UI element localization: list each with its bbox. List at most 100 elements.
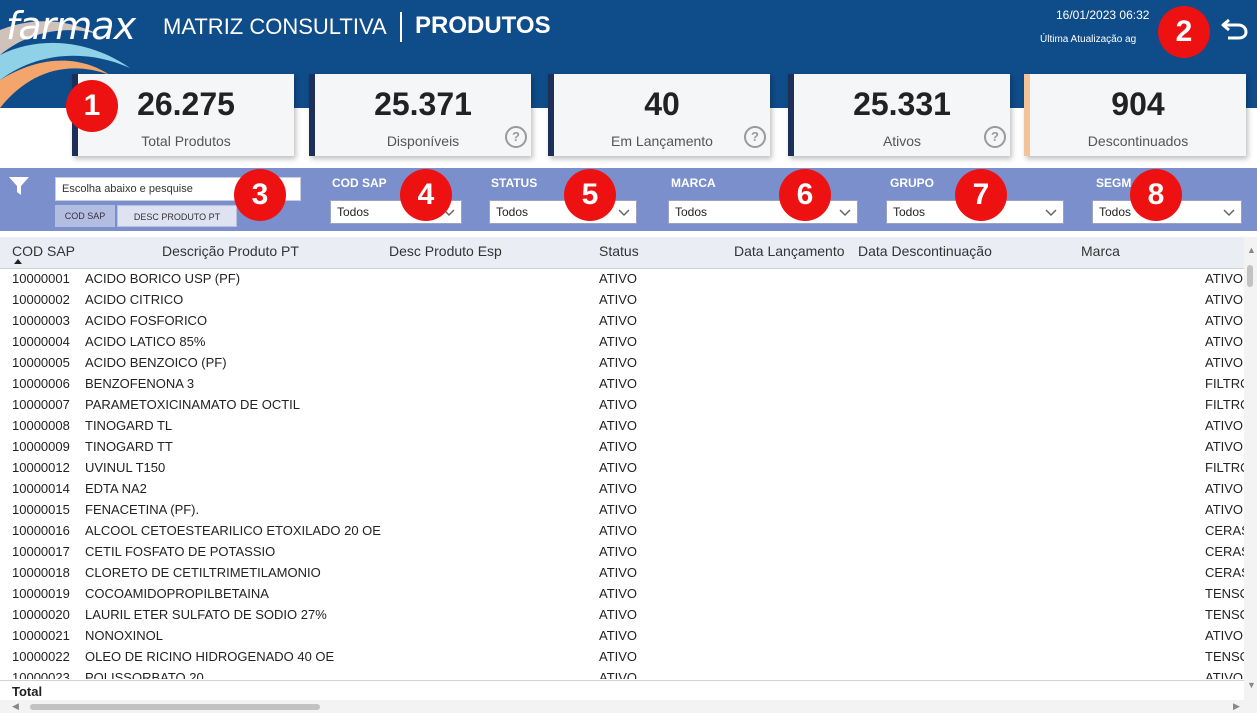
col-header-data-lancamento[interactable]: Data Lançamento <box>734 243 845 259</box>
cell-segmento: CERAS <box>1205 565 1244 580</box>
table-row[interactable]: 10000017 CETIL FOSFATO DE POTASSIO ATIVO CE… <box>0 542 1244 563</box>
table-row[interactable]: 10000009 TINOGARD TT ATIVO ATIVO <box>0 437 1244 458</box>
table-row[interactable]: 10000012 UVINUL T150 ATIVO FILTRO <box>0 458 1244 479</box>
table-row[interactable]: 10000014 EDTA NA2 ATIVO ATIVO <box>0 479 1244 500</box>
scroll-thumb[interactable] <box>30 704 320 710</box>
cell-status: ATIVO <box>599 481 638 496</box>
cell-cod-sap: 10000012 <box>12 460 70 475</box>
cell-segmento: ATIVO <box>1205 355 1244 370</box>
table-row[interactable]: 10000018 CLORETO DE CETILTRIMETILAMONIO AT… <box>0 563 1244 584</box>
cell-status: ATIVO <box>599 397 638 412</box>
slicer-value: Todos <box>675 205 708 219</box>
table-row[interactable]: 10000021 NONOXINOL ATIVO ATIVO <box>0 626 1244 647</box>
table-row[interactable]: 10000008 TINOGARD TL ATIVO ATIVO <box>0 416 1244 437</box>
cell-descricao: BENZOFENONA 3 <box>85 376 195 391</box>
vertical-scrollbar[interactable]: ▲ ▼ <box>1244 237 1257 700</box>
undo-arrow-icon[interactable] <box>1220 14 1250 42</box>
table-row[interactable]: 10000003 ACIDO FOSFORICO ATIVO ATIVO <box>0 311 1244 332</box>
col-header-data-descontinuacao[interactable]: Data Descontinuação <box>858 243 992 259</box>
table-row[interactable]: 10000016 ALCOOL CETOESTEARILICO ETOXILADO… <box>0 521 1244 542</box>
cell-descricao: NONOXINOL <box>85 628 164 643</box>
chevron-down-icon <box>1045 209 1057 217</box>
cell-cod-sap: 10000021 <box>12 628 70 643</box>
cell-cod-sap: 10000005 <box>12 355 70 370</box>
cell-descricao: ACIDO FOSFORICO <box>85 313 208 328</box>
col-header-descricao-pt[interactable]: Descrição Produto PT <box>162 243 299 259</box>
col-header-cod-sap[interactable]: COD SAP <box>12 243 75 259</box>
farmax-logo: farmax <box>6 4 136 48</box>
kpi-label: Ativos <box>882 133 922 149</box>
slicer-value: Todos <box>893 205 926 219</box>
cell-status: ATIVO <box>599 292 638 307</box>
cell-segmento: TENSO <box>1205 649 1244 664</box>
cell-descricao: ACIDO BORICO USP (PF) <box>85 271 241 286</box>
cell-descricao: LAURIL ETER SULFATO DE SODIO 27% <box>85 607 327 622</box>
cell-status: ATIVO <box>599 271 638 286</box>
col-header-marca[interactable]: Marca <box>1081 243 1120 259</box>
table-row[interactable]: 10000004 ACIDO LATICO 85% ATIVO ATIVO <box>0 332 1244 353</box>
table-row[interactable]: 10000002 ACIDO CITRICO ATIVO ATIVO <box>0 290 1244 311</box>
cell-segmento: FILTRO <box>1205 397 1244 412</box>
scroll-up-icon[interactable]: ▲ <box>1247 245 1256 255</box>
cell-status: ATIVO <box>599 649 638 664</box>
scroll-thumb[interactable] <box>1247 265 1253 287</box>
cell-status: ATIVO <box>599 418 638 433</box>
cell-cod-sap: 10000016 <box>12 523 70 538</box>
table-row[interactable]: 10000005 ACIDO BENZOICO (PF) ATIVO ATIVO <box>0 353 1244 374</box>
help-icon[interactable]: ? <box>744 126 766 148</box>
cell-cod-sap: 10000018 <box>12 565 70 580</box>
table-row[interactable]: 10000019 COCOAMIDOPROPILBETAINA ATIVO TENSO <box>0 584 1244 605</box>
cell-status: ATIVO <box>599 607 638 622</box>
cell-segmento: ATIVO <box>1205 334 1244 349</box>
scroll-left-icon[interactable]: ◀ <box>12 701 19 712</box>
cell-cod-sap: 10000001 <box>12 271 70 286</box>
scroll-right-icon[interactable]: ▶ <box>1233 701 1240 712</box>
cell-descricao: CLORETO DE CETILTRIMETILAMONIO <box>85 565 321 580</box>
cell-segmento: ATIVO <box>1205 418 1244 433</box>
table-row[interactable]: 10000020 LAURIL ETER SULFATO DE SODIO 27%… <box>0 605 1244 626</box>
cell-descricao: COCOAMIDOPROPILBETAINA <box>85 586 269 601</box>
cell-status: ATIVO <box>599 460 638 475</box>
scroll-down-icon[interactable]: ▼ <box>1247 680 1256 690</box>
col-header-status[interactable]: Status <box>599 243 639 259</box>
cell-cod-sap: 10000009 <box>12 439 70 454</box>
kpi-label: Disponíveis <box>386 133 460 149</box>
cell-cod-sap: 10000002 <box>12 292 70 307</box>
slicer-label-status: STATUS <box>491 176 538 190</box>
callout-badge: 6 <box>779 169 831 221</box>
cell-status: ATIVO <box>599 355 638 370</box>
page-title: PRODUTOS <box>415 12 551 39</box>
cell-status: ATIVO <box>599 439 638 454</box>
table-row[interactable]: 10000001 ACIDO BORICO USP (PF) ATIVO ATIVO <box>0 269 1244 290</box>
kpi-ativos: 25.331 Ativos ? <box>788 74 1010 156</box>
help-icon[interactable]: ? <box>984 126 1006 148</box>
kpi-value: 25.371 <box>374 86 472 122</box>
kpi-label: Em Lançamento <box>611 133 713 149</box>
table-row[interactable]: 10000015 FENACETINA (PF). ATIVO ATIVO <box>0 500 1244 521</box>
total-label: Total <box>12 684 43 699</box>
cell-descricao: ACIDO BENZOICO (PF) <box>85 355 227 370</box>
horizontal-scrollbar[interactable]: ◀ ▶ <box>0 700 1257 713</box>
table-row[interactable]: 10000006 BENZOFENONA 3 ATIVO FILTRO <box>0 374 1244 395</box>
search-mode-desc-produto[interactable]: DESC PRODUTO PT <box>117 205 237 227</box>
slicer-status[interactable]: Todos <box>489 200 637 224</box>
slicer-label-cod-sap: COD SAP <box>332 176 387 190</box>
help-icon[interactable]: ? <box>505 126 527 148</box>
search-mode-cod-sap[interactable]: COD SAP <box>55 205 115 227</box>
col-header-desc-esp[interactable]: Desc Produto Esp <box>389 243 502 259</box>
cell-segmento: ATIVO <box>1205 481 1244 496</box>
cell-descricao: POLISSORBATO 20 <box>85 670 204 679</box>
callout-badge: 3 <box>234 169 286 221</box>
table-row[interactable]: 10000023 POLISSORBATO 20 ATIVO ATIVO <box>0 668 1244 679</box>
cell-cod-sap: 10000019 <box>12 586 70 601</box>
cell-status: ATIVO <box>599 586 638 601</box>
table-row[interactable]: 10000022 OLEO DE RICINO HIDROGENADO 40 OE… <box>0 647 1244 668</box>
table-row[interactable]: 10000007 PARAMETOXICINAMATO DE OCTIL ATIVO… <box>0 395 1244 416</box>
callout-badge: 8 <box>1130 169 1182 221</box>
slicer-value: Todos <box>496 205 529 219</box>
cell-cod-sap: 10000023 <box>12 670 70 679</box>
cell-cod-sap: 10000022 <box>12 649 70 664</box>
kpi-em-lancamento: 40 Em Lançamento ? <box>548 74 770 156</box>
filter-bar: Escolha abaixo e pesquise COD SAP DESC P… <box>0 168 1257 231</box>
cell-segmento: ATIVO <box>1205 670 1244 679</box>
